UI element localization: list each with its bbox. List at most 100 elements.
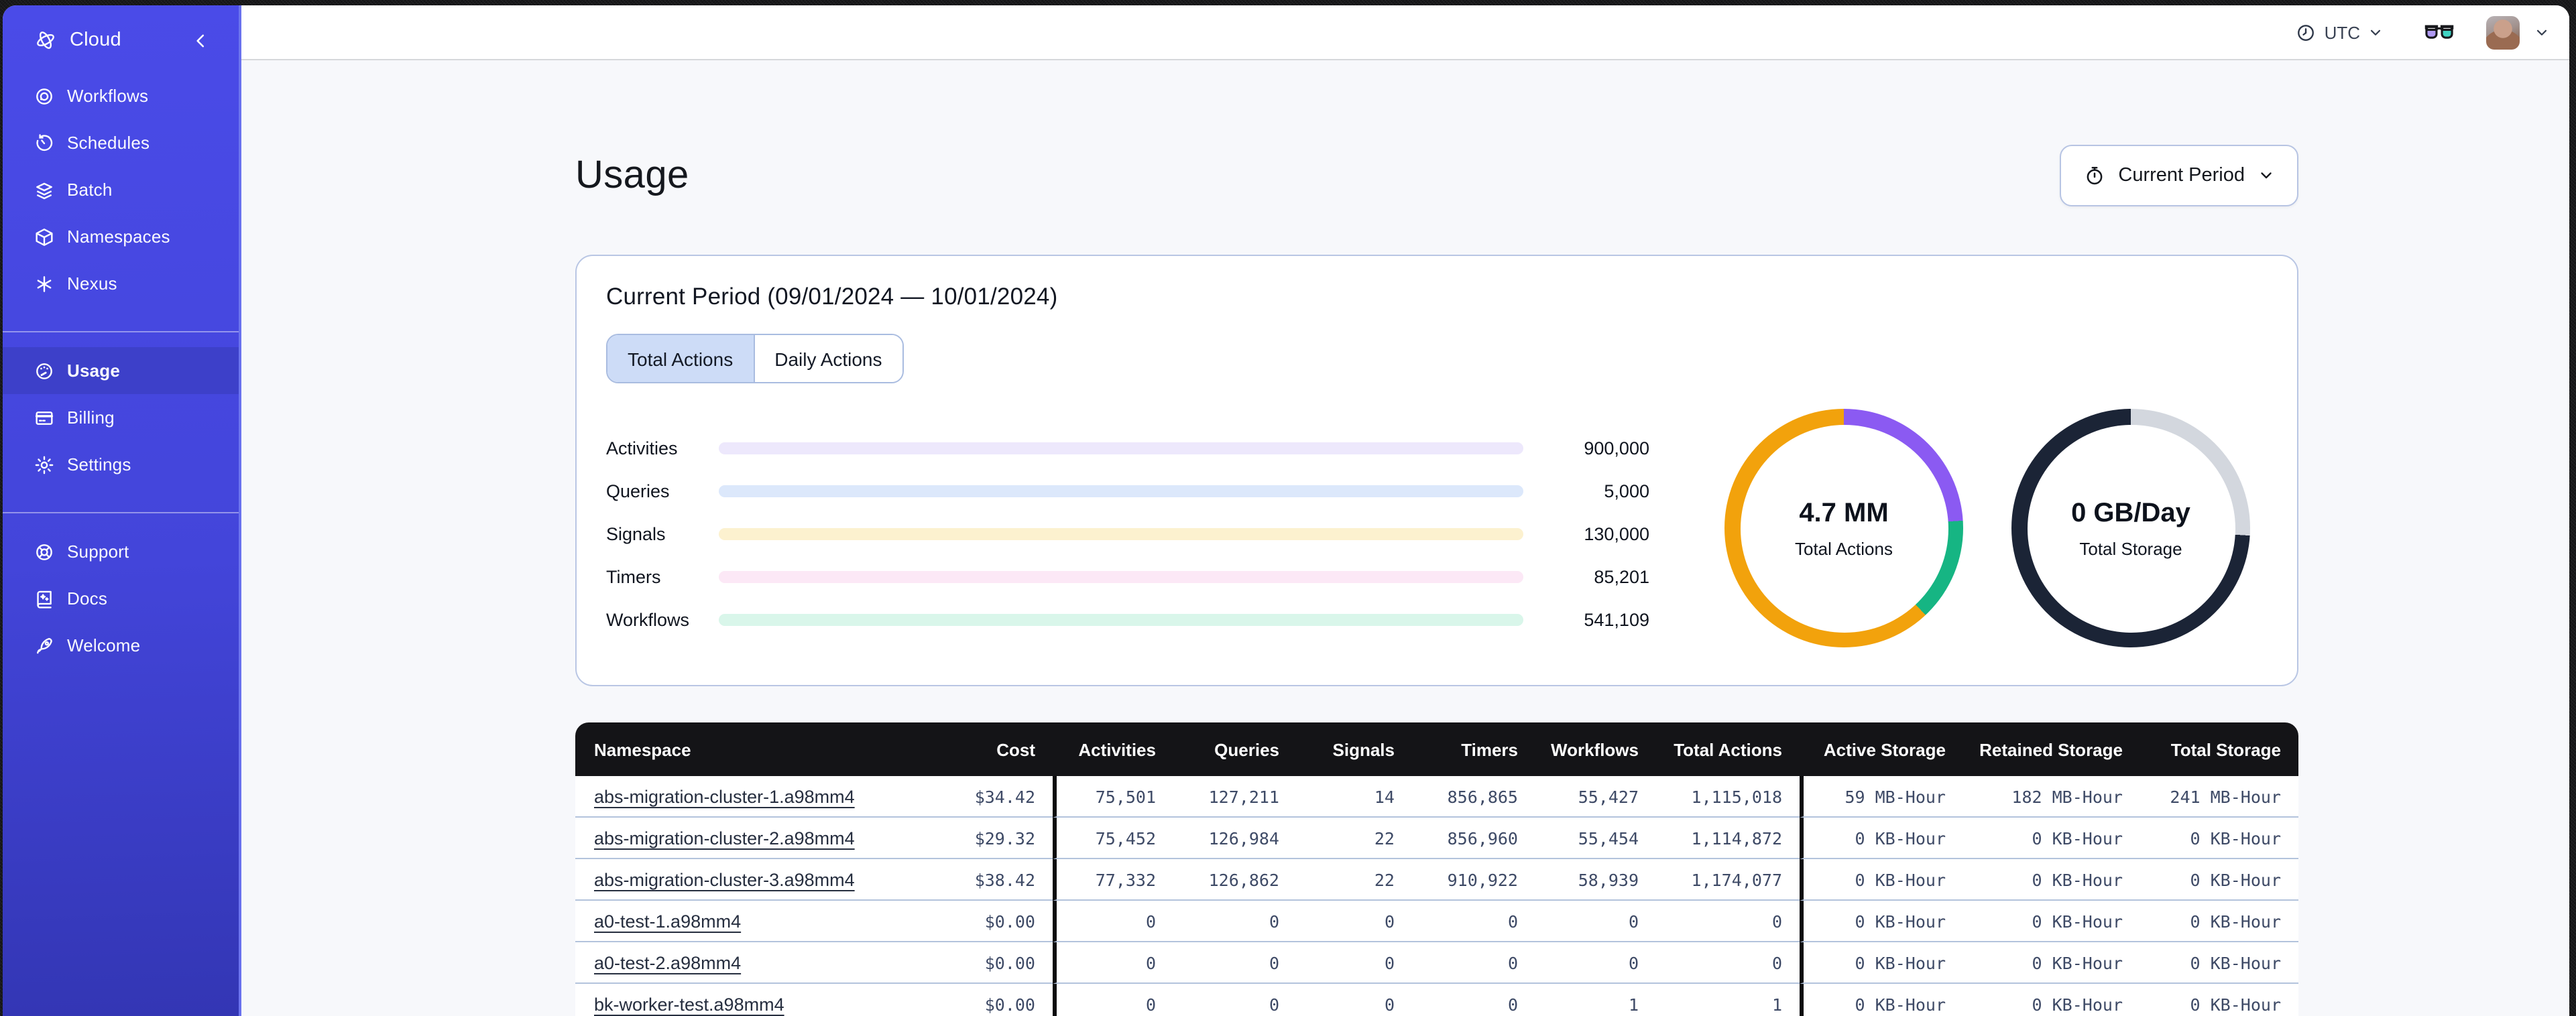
activities-cell: 0	[1053, 942, 1173, 984]
signals-cell: 0	[1297, 942, 1412, 984]
support-icon	[34, 541, 55, 562]
cost-cell: $34.42	[935, 776, 1053, 818]
namespace-cell: a0-test-2.a98mm4	[575, 942, 935, 984]
namespace-link[interactable]: a0-test-1.a98mm4	[594, 911, 741, 931]
donut-charts: 4.7 MM Total Actions 0 GB/Day Total Stor…	[1724, 409, 2250, 647]
schedules-icon	[34, 132, 55, 153]
sidebar-item-usage[interactable]: Usage	[3, 347, 239, 394]
cost-cell: $29.32	[935, 818, 1053, 859]
sidebar-item-docs[interactable]: Docs	[3, 575, 239, 622]
sidebar-item-settings[interactable]: Settings	[3, 441, 239, 488]
sidebar-item-namespaces[interactable]: Namespaces	[3, 213, 239, 260]
collapse-sidebar-button[interactable]	[192, 31, 209, 49]
brand: Cloud	[3, 13, 239, 67]
chevron-down-icon	[2261, 172, 2272, 179]
queries-cell: 0	[1173, 942, 1297, 984]
docs-icon	[34, 588, 55, 609]
activities-cell: 75,452	[1053, 818, 1173, 859]
namespace-cell: abs-migration-cluster-2.a98mm4	[575, 818, 935, 859]
workflows-cell: 55,427	[1535, 776, 1656, 818]
timers-cell: 0	[1412, 942, 1535, 984]
glasses-button[interactable]	[2424, 22, 2454, 42]
namespace-link[interactable]: abs-migration-cluster-2.a98mm4	[594, 828, 855, 848]
brand-label: Cloud	[70, 29, 121, 51]
namespace-link[interactable]: abs-migration-cluster-1.a98mm4	[594, 786, 855, 806]
period-selector-button[interactable]: Current Period	[2059, 145, 2298, 206]
table-header-row: Namespace Cost Activities Queries Signal…	[575, 722, 2298, 776]
namespace-cell: a0-test-1.a98mm4	[575, 901, 935, 942]
namespace-cell: abs-migration-cluster-1.a98mm4	[575, 776, 935, 818]
cost-cell: $0.00	[935, 984, 1053, 1016]
content: Usage Current Period Current Period (09/…	[241, 60, 2569, 1016]
retained-storage-cell: 0 KB-Hour	[1963, 818, 2140, 859]
column-header-retained-storage: Retained Storage	[1963, 722, 2140, 776]
tab-total-actions[interactable]: Total Actions	[607, 335, 754, 382]
queries-cell: 126,984	[1173, 818, 1297, 859]
timers-cell: 856,960	[1412, 818, 1535, 859]
workflows-cell: 0	[1535, 901, 1656, 942]
column-header-cost: Cost	[935, 722, 1053, 776]
sidebar-nav-footer: Support Docs Welcome	[3, 513, 239, 669]
total-storage-cell: 0 KB-Hour	[2140, 859, 2298, 901]
bar-track	[719, 613, 1523, 625]
account-menu[interactable]	[2486, 15, 2549, 49]
queries-cell: 126,862	[1173, 859, 1297, 901]
total-storage-cell: 0 KB-Hour	[2140, 901, 2298, 942]
workflows-cell: 1	[1535, 984, 1656, 1016]
total-actions-cell: 0	[1656, 901, 1800, 942]
column-header-total-actions: Total Actions	[1656, 722, 1800, 776]
sidebar-item-welcome[interactable]: Welcome	[3, 622, 239, 669]
active-storage-cell: 0 KB-Hour	[1800, 984, 1963, 1016]
main-area: UTC Usage Current Period Current Period …	[241, 5, 2569, 1016]
table-row: a0-test-1.a98mm4 $0.00 0 0 0 0 0 0 0 KB-…	[575, 901, 2298, 942]
retained-storage-cell: 0 KB-Hour	[1963, 859, 2140, 901]
column-header-total-storage: Total Storage	[2140, 722, 2298, 776]
activities-cell: 0	[1053, 901, 1173, 942]
app-window: Cloud Workflows Schedules Batch Namespac…	[3, 5, 2569, 1016]
namespace-link[interactable]: a0-test-2.a98mm4	[594, 952, 741, 972]
bar-track	[719, 485, 1523, 497]
timezone-selector[interactable]: UTC	[2296, 22, 2383, 42]
table-row: bk-worker-test.a98mm4 $0.00 0 0 0 0 1 1 …	[575, 984, 2298, 1016]
tab-daily-actions[interactable]: Daily Actions	[753, 335, 902, 382]
column-header-namespace: Namespace	[575, 722, 935, 776]
bar-track	[719, 442, 1523, 454]
total-actions-cell: 1	[1656, 984, 1800, 1016]
usage-icon	[34, 360, 55, 381]
sidebar-item-billing[interactable]: Billing	[3, 394, 239, 441]
namespace-cell: bk-worker-test.a98mm4	[575, 984, 935, 1016]
sidebar-item-batch[interactable]: Batch	[3, 166, 239, 213]
timezone-label: UTC	[2324, 22, 2360, 42]
temporal-logo-icon	[37, 31, 54, 49]
sidebar-item-workflows[interactable]: Workflows	[3, 72, 239, 119]
table-row: abs-migration-cluster-3.a98mm4 $38.42 77…	[575, 859, 2298, 901]
total-storage-donut: 0 GB/Day Total Storage	[2011, 409, 2250, 647]
bar-track	[719, 570, 1523, 582]
billing-icon	[34, 407, 55, 428]
bar-row-signals: Signals 130,000	[606, 523, 1649, 544]
cost-cell: $38.42	[935, 859, 1053, 901]
total-storage-cell: 0 KB-Hour	[2140, 942, 2298, 984]
timers-cell: 856,865	[1412, 776, 1535, 818]
sidebar-item-schedules[interactable]: Schedules	[3, 119, 239, 166]
retained-storage-cell: 0 KB-Hour	[1963, 901, 2140, 942]
usage-card: Current Period (09/01/2024 — 10/01/2024)…	[575, 255, 2298, 686]
total-storage-cell: 0 KB-Hour	[2140, 818, 2298, 859]
table-row: abs-migration-cluster-1.a98mm4 $34.42 75…	[575, 776, 2298, 818]
namespace-link[interactable]: bk-worker-test.a98mm4	[594, 994, 784, 1014]
column-header-workflows: Workflows	[1535, 722, 1656, 776]
column-header-signals: Signals	[1297, 722, 1412, 776]
column-header-timers: Timers	[1412, 722, 1535, 776]
timers-cell: 0	[1412, 901, 1535, 942]
workflows-icon	[34, 85, 55, 107]
activities-cell: 77,332	[1053, 859, 1173, 901]
batch-icon	[34, 179, 55, 200]
namespace-link[interactable]: abs-migration-cluster-3.a98mm4	[594, 869, 855, 889]
usage-charts: Activities 900,000 Queries 5,000 Signals	[601, 409, 2268, 647]
sidebar-item-support[interactable]: Support	[3, 528, 239, 575]
queries-cell: 0	[1173, 984, 1297, 1016]
workflows-cell: 58,939	[1535, 859, 1656, 901]
bar-track	[719, 527, 1523, 539]
signals-cell: 0	[1297, 901, 1412, 942]
sidebar-item-nexus[interactable]: Nexus	[3, 260, 239, 307]
